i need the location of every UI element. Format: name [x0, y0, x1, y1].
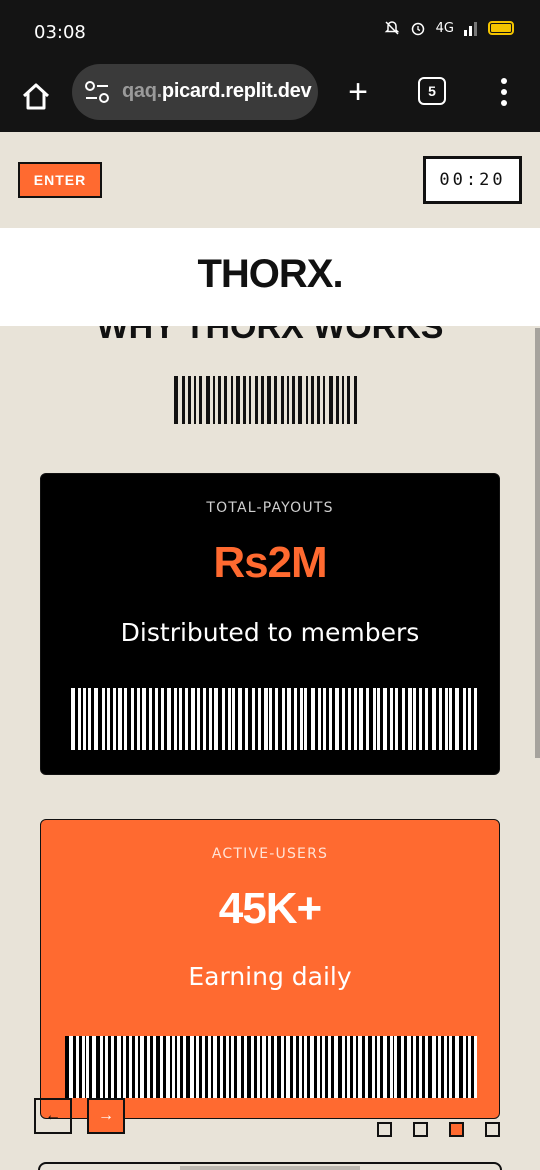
carousel-prev-button[interactable]: ←	[34, 1098, 72, 1134]
network-type: 4G	[435, 20, 454, 36]
brand-header: THORX.	[0, 228, 540, 326]
new-tab-button[interactable]: +	[340, 74, 376, 110]
stat-value: 45K+	[218, 884, 322, 933]
stat-value: Rs2M	[213, 538, 327, 587]
status-time: 03:08	[34, 22, 86, 43]
carousel-dot[interactable]	[413, 1122, 428, 1137]
url-subdomain: qaq.	[122, 80, 162, 102]
address-bar[interactable]: qaq.picard.replit.dev	[72, 64, 318, 120]
notifications-off-icon	[384, 21, 399, 35]
carousel-next-button[interactable]: →	[87, 1098, 125, 1134]
stat-card-payouts: TOTAL-PAYOUTS Rs2M Distributed to member…	[40, 473, 500, 775]
carousel-dot[interactable]	[377, 1122, 392, 1137]
enter-button[interactable]: ENTER	[18, 162, 102, 198]
signal-icon	[464, 22, 477, 36]
alarm-icon	[411, 22, 424, 36]
scrollbar[interactable]	[535, 328, 540, 758]
home-icon[interactable]	[18, 78, 54, 114]
card-barcode	[65, 1036, 477, 1098]
stat-description: Earning daily	[188, 962, 352, 991]
battery-icon	[488, 21, 514, 35]
tab-switcher-button[interactable]: 5	[418, 77, 446, 105]
carousel-indicators	[377, 1122, 500, 1137]
stat-label: ACTIVE-USERS	[211, 846, 329, 862]
more-menu-icon[interactable]	[496, 76, 512, 108]
url-domain: picard.replit.dev	[161, 80, 312, 102]
next-card-peek	[38, 1162, 502, 1170]
carousel-dot[interactable]	[449, 1122, 464, 1137]
brand-logo[interactable]: THORX.	[0, 252, 540, 297]
stat-description: Distributed to members	[120, 618, 420, 647]
status-icons: 4G	[384, 20, 514, 36]
card-barcode	[67, 688, 477, 750]
browser-toolbar: qaq.picard.replit.dev + 5	[0, 64, 540, 132]
carousel-dot[interactable]	[485, 1122, 500, 1137]
web-page: ENTER 00:20 THORX. WHY THORX WORKS TOTAL…	[0, 132, 540, 1170]
countdown-timer: 00:20	[423, 156, 522, 204]
stat-card-users: ACTIVE-USERS 45K+ Earning daily	[40, 819, 500, 1119]
section-barcode	[174, 376, 364, 424]
url-text[interactable]: qaq.picard.replit.dev	[122, 80, 312, 103]
status-bar: 03:08 4G	[0, 0, 540, 64]
stat-label: TOTAL-PAYOUTS	[206, 500, 334, 516]
site-settings-icon[interactable]	[84, 80, 110, 104]
